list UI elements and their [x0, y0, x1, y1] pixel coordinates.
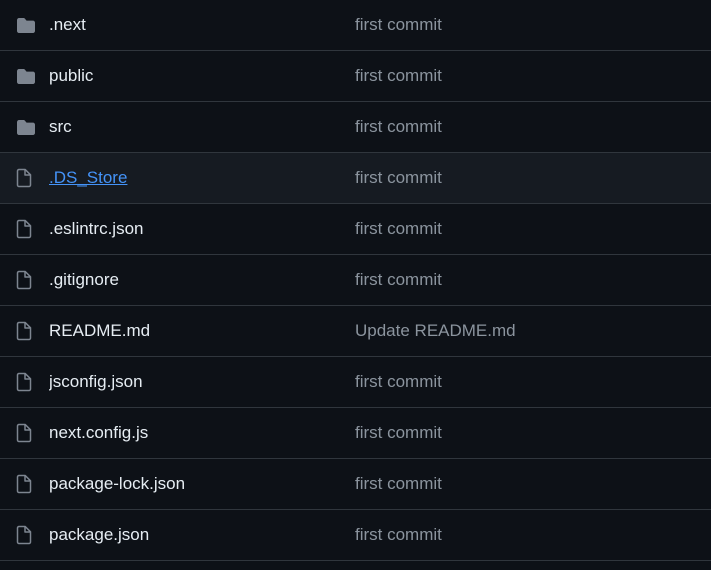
commit-message-link[interactable]: first commit [355, 219, 442, 238]
file-icon [0, 459, 49, 509]
commit-message-link[interactable]: first commit [355, 117, 442, 136]
file-icon [0, 255, 49, 305]
file-icon [0, 357, 49, 407]
file-name-link[interactable]: .gitignore [49, 270, 119, 289]
file-name-link[interactable]: package.json [49, 525, 149, 544]
commit-message-cell: first commit [355, 371, 711, 393]
file-row[interactable]: public first commit [0, 51, 711, 102]
folder-icon [0, 51, 49, 101]
commit-message-cell: first commit [355, 218, 711, 240]
file-name-cell: .DS_Store [49, 167, 355, 189]
file-name-cell: jsconfig.json [49, 371, 355, 393]
commit-message-link[interactable]: first commit [355, 15, 442, 34]
commit-message-link[interactable]: first commit [355, 423, 442, 442]
file-row[interactable]: .gitignore first commit [0, 255, 711, 306]
commit-message-cell: first commit [355, 14, 711, 36]
file-row[interactable]: README.md Update README.md [0, 306, 711, 357]
file-name-cell: package.json [49, 524, 355, 546]
file-name-cell: README.md [49, 320, 355, 342]
file-name-link[interactable]: .DS_Store [49, 168, 127, 187]
file-icon [0, 408, 49, 458]
file-row[interactable]: .DS_Store first commit [0, 153, 711, 204]
file-icon [0, 153, 49, 203]
commit-message-cell: first commit [355, 65, 711, 87]
file-name-link[interactable]: package-lock.json [49, 474, 185, 493]
file-name-cell: src [49, 116, 355, 138]
commit-message-link[interactable]: first commit [355, 66, 442, 85]
file-name-cell: .next [49, 14, 355, 36]
commit-message-cell: first commit [355, 116, 711, 138]
commit-message-link[interactable]: Update README.md [355, 321, 516, 340]
file-row[interactable]: package.json first commit [0, 510, 711, 561]
commit-message-cell: first commit [355, 422, 711, 444]
file-icon [0, 204, 49, 254]
file-name-link[interactable]: public [49, 66, 93, 85]
commit-message-cell: first commit [355, 269, 711, 291]
commit-message-link[interactable]: first commit [355, 525, 442, 544]
file-name-cell: .eslintrc.json [49, 218, 355, 240]
folder-icon [0, 102, 49, 152]
commit-message-cell: first commit [355, 167, 711, 189]
file-name-cell: next.config.js [49, 422, 355, 444]
file-name-link[interactable]: .next [49, 15, 86, 34]
commit-message-link[interactable]: first commit [355, 474, 442, 493]
file-name-link[interactable]: src [49, 117, 72, 136]
file-row[interactable]: package-lock.json first commit [0, 459, 711, 510]
file-name-link[interactable]: jsconfig.json [49, 372, 143, 391]
file-row[interactable]: next.config.js first commit [0, 408, 711, 459]
file-name-cell: public [49, 65, 355, 87]
file-name-link[interactable]: .eslintrc.json [49, 219, 143, 238]
file-row[interactable]: .eslintrc.json first commit [0, 204, 711, 255]
file-row[interactable]: src first commit [0, 102, 711, 153]
file-icon [0, 510, 49, 560]
commit-message-cell: Update README.md [355, 320, 711, 342]
folder-icon [0, 0, 49, 50]
file-list: .next first commit public first commit s… [0, 0, 711, 561]
file-name-cell: package-lock.json [49, 473, 355, 495]
commit-message-cell: first commit [355, 524, 711, 546]
commit-message-link[interactable]: first commit [355, 168, 442, 187]
file-row[interactable]: jsconfig.json first commit [0, 357, 711, 408]
file-row[interactable]: .next first commit [0, 0, 711, 51]
commit-message-link[interactable]: first commit [355, 270, 442, 289]
file-name-link[interactable]: next.config.js [49, 423, 148, 442]
commit-message-cell: first commit [355, 473, 711, 495]
commit-message-link[interactable]: first commit [355, 372, 442, 391]
file-name-cell: .gitignore [49, 269, 355, 291]
file-name-link[interactable]: README.md [49, 321, 150, 340]
file-icon [0, 306, 49, 356]
